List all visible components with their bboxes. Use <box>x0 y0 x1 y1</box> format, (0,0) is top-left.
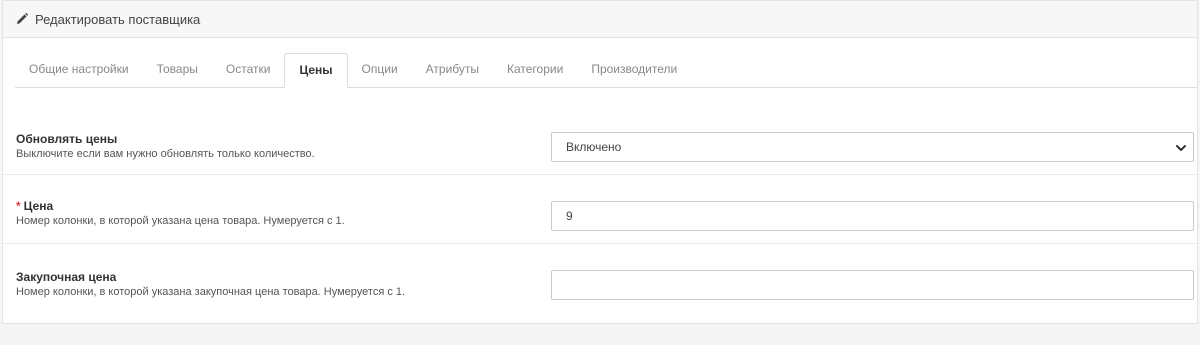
update-prices-label-block: Обновлять цены Выключите если вам нужно … <box>16 132 315 162</box>
price-label: Цена <box>23 199 54 213</box>
required-mark: * <box>16 199 21 213</box>
tab-stock[interactable]: Остатки <box>212 53 285 86</box>
panel-heading: Редактировать поставщика <box>3 1 1197 38</box>
purchase-price-label: Закупочная цена <box>16 270 117 284</box>
tab-bar: Общие настройки Товары Остатки Цены Опци… <box>15 53 1197 88</box>
price-help: Номер колонки, в которой указана цена то… <box>16 215 345 227</box>
tab-categories[interactable]: Категории <box>493 53 577 86</box>
form-row-purchase-price: Закупочная цена Номер колонки, в которой… <box>3 245 1197 324</box>
purchase-price-column-input[interactable] <box>551 270 1194 300</box>
pencil-icon <box>15 12 29 26</box>
edit-supplier-panel: Редактировать поставщика Общие настройки… <box>2 0 1198 324</box>
chevron-down-icon <box>1175 142 1187 154</box>
update-prices-help: Выключите если вам нужно обновлять тольк… <box>16 148 315 160</box>
price-column-value: 9 <box>566 209 573 223</box>
panel-title: Редактировать поставщика <box>35 11 201 27</box>
form-row-update-prices: Обновлять цены Выключите если вам нужно … <box>3 107 1197 175</box>
update-prices-selected-value: Включено <box>566 140 622 154</box>
tab-general-settings[interactable]: Общие настройки <box>15 53 143 86</box>
form-row-price: * Цена Номер колонки, в которой указана ц… <box>3 176 1197 244</box>
tab-prices[interactable]: Цены <box>284 53 348 88</box>
update-prices-label: Обновлять цены <box>16 132 118 146</box>
tab-manufacturers[interactable]: Производители <box>577 53 691 86</box>
tab-options[interactable]: Опции <box>348 53 412 86</box>
update-prices-select[interactable]: Включено <box>551 132 1194 162</box>
purchase-price-help: Номер колонки, в которой указана закупоч… <box>16 286 406 298</box>
tab-attributes[interactable]: Атрибуты <box>412 53 493 86</box>
price-label-block: * Цена Номер колонки, в которой указана ц… <box>16 199 345 229</box>
price-column-input[interactable]: 9 <box>551 201 1194 231</box>
tab-products[interactable]: Товары <box>143 53 212 86</box>
price-label-line: * Цена <box>16 199 345 214</box>
purchase-price-label-block: Закупочная цена Номер колонки, в которой… <box>16 270 405 300</box>
